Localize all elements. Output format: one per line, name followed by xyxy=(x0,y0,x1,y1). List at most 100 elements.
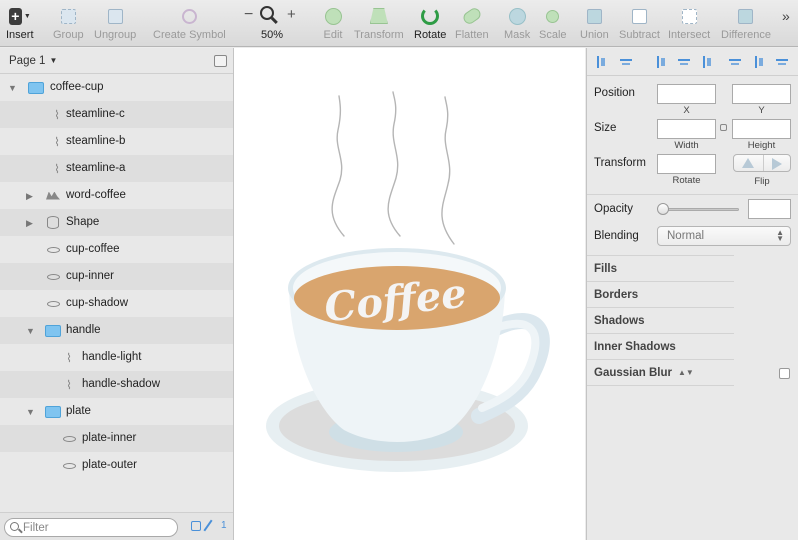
align-toolbar xyxy=(587,48,798,76)
opacity-slider[interactable] xyxy=(657,203,739,215)
align-top-icon[interactable] xyxy=(729,56,741,68)
subtract-button[interactable]: Subtract xyxy=(619,6,660,41)
zoom-in-button[interactable]: + xyxy=(287,6,296,23)
layer-name: cup-inner xyxy=(66,270,114,282)
mask-button[interactable]: Mask xyxy=(504,6,530,41)
borders-section[interactable]: Borders xyxy=(587,281,734,307)
rotate-button[interactable]: Rotate xyxy=(414,6,446,41)
layer-name: handle xyxy=(66,324,101,336)
opacity-field[interactable] xyxy=(748,199,791,219)
align-horizontal-left-icon[interactable] xyxy=(655,56,667,68)
symbols-filter-icon[interactable] xyxy=(191,521,201,531)
width-field[interactable] xyxy=(657,119,716,139)
layer-row-cup-inner[interactable]: cup-inner xyxy=(0,263,233,290)
layer-row-handle-shadow[interactable]: ⌇ handle-shadow xyxy=(0,371,233,398)
flatten-button[interactable]: Flatten xyxy=(455,5,489,41)
coffee-cup-artwork: Coffee xyxy=(266,91,550,472)
union-icon xyxy=(583,6,605,26)
filter-input[interactable]: Filter xyxy=(4,518,178,537)
ungroup-button[interactable]: Ungroup xyxy=(94,6,136,41)
fills-section[interactable]: Fills xyxy=(587,255,734,281)
rotate-icon xyxy=(419,6,441,26)
align-left-icon[interactable] xyxy=(595,56,607,68)
create-symbol-button[interactable]: Create Symbol xyxy=(153,6,226,41)
flip-buttons[interactable] xyxy=(733,154,791,172)
disclosure-collapsed-icon[interactable]: ▶ xyxy=(26,191,33,202)
align-bottom-icon[interactable] xyxy=(776,56,788,68)
steam-lines xyxy=(331,91,455,245)
layer-row-handle-light[interactable]: ⌇ handle-light xyxy=(0,344,233,371)
layer-row-steamline-a[interactable]: ⌇ steamline-a xyxy=(0,155,233,182)
layer-row-Shape[interactable]: ▶ Shape xyxy=(0,209,233,236)
opacity-slider-knob[interactable] xyxy=(657,203,669,215)
shape-icon xyxy=(44,215,62,230)
disclosure-expanded-icon[interactable]: ▼ xyxy=(26,407,35,417)
gaussian-blur-section[interactable]: Gaussian Blur ▲▼ xyxy=(587,359,734,385)
align-horizontal-center-icon[interactable] xyxy=(678,56,690,68)
layer-row-steamline-b[interactable]: ⌇ steamline-b xyxy=(0,128,233,155)
zoom-out-button[interactable]: − xyxy=(244,6,253,24)
pages-toggle-icon[interactable] xyxy=(214,55,227,67)
layer-name: cup-coffee xyxy=(66,243,120,255)
insert-button[interactable]: + ▼ Insert xyxy=(6,6,34,41)
layer-row-coffee-cup[interactable]: ▼ coffee-cup xyxy=(0,74,233,101)
rotate-field[interactable] xyxy=(657,154,716,174)
edit-button[interactable]: Edit xyxy=(322,6,344,41)
layer-row-plate-inner[interactable]: plate-inner xyxy=(0,425,233,452)
disclosure-collapsed-icon[interactable]: ▶ xyxy=(26,218,33,229)
toolbar-overflow-button[interactable]: » xyxy=(782,8,790,24)
layer-name: word-coffee xyxy=(66,189,126,201)
filter-placeholder: Filter xyxy=(23,521,49,534)
filter-bar: Filter 1 xyxy=(0,512,233,540)
layer-row-word-coffee[interactable]: ▶ word-coffee xyxy=(0,182,233,209)
difference-button[interactable]: Difference xyxy=(721,6,771,41)
y-field[interactable] xyxy=(732,84,791,104)
flip-label: Flip xyxy=(754,176,770,187)
disclosure-expanded-icon[interactable]: ▼ xyxy=(26,326,35,336)
chevron-down-icon: ▼ xyxy=(49,56,58,65)
mask-icon xyxy=(506,6,528,26)
blur-type-arrows-icon[interactable]: ▲▼ xyxy=(678,368,694,377)
layer-row-steamline-c[interactable]: ⌇ steamline-c xyxy=(0,101,233,128)
scale-button[interactable]: Scale xyxy=(539,6,567,41)
page-selector[interactable]: Page 1 ▼ xyxy=(0,48,233,74)
divider xyxy=(587,385,734,386)
align-horizontal-right-icon[interactable] xyxy=(701,56,713,68)
union-button[interactable]: Union xyxy=(580,6,609,41)
scale-icon xyxy=(542,6,564,26)
distribute-horizontal-icon[interactable] xyxy=(620,56,632,68)
blending-select[interactable]: Normal ▲ ▼ xyxy=(657,226,791,246)
x-label: X xyxy=(683,105,690,116)
layer-row-plate[interactable]: ▼ plate xyxy=(0,398,233,425)
lock-icon[interactable] xyxy=(720,124,727,131)
layer-row-cup-shadow[interactable]: cup-shadow xyxy=(0,290,233,317)
transform-button[interactable]: Transform xyxy=(354,6,404,41)
position-label: Position xyxy=(594,87,635,99)
disclosure-expanded-icon[interactable]: ▼ xyxy=(8,83,17,93)
intersect-icon xyxy=(678,6,700,26)
layer-row-handle[interactable]: ▼ handle xyxy=(0,317,233,344)
layer-row-cup-coffee[interactable]: cup-coffee xyxy=(0,236,233,263)
layer-name: handle-light xyxy=(82,351,142,363)
flip-horizontal-icon[interactable] xyxy=(742,158,754,168)
layer-row-plate-outer[interactable]: plate-outer xyxy=(0,452,233,479)
group-button[interactable]: Group xyxy=(53,6,84,41)
inner-shadows-section[interactable]: Inner Shadows xyxy=(587,333,734,359)
flip-vertical-icon[interactable] xyxy=(772,158,782,170)
slice-icon[interactable] xyxy=(203,519,213,532)
steamline-c xyxy=(441,96,455,245)
shadows-section[interactable]: Shadows xyxy=(587,307,734,333)
difference-icon xyxy=(735,6,757,26)
group-icon xyxy=(57,6,79,26)
oval-icon xyxy=(44,296,62,311)
canvas[interactable]: Coffee xyxy=(234,48,585,540)
height-field[interactable] xyxy=(732,119,791,139)
slice-count: 1 xyxy=(221,520,227,531)
oval-icon xyxy=(60,431,78,446)
align-vertical-center-icon[interactable] xyxy=(753,56,765,68)
steamline-b xyxy=(387,91,401,237)
gaussian-blur-checkbox[interactable] xyxy=(779,368,790,379)
zoom-level[interactable]: 50% xyxy=(261,29,283,41)
x-field[interactable] xyxy=(657,84,716,104)
intersect-button[interactable]: Intersect xyxy=(668,6,710,41)
